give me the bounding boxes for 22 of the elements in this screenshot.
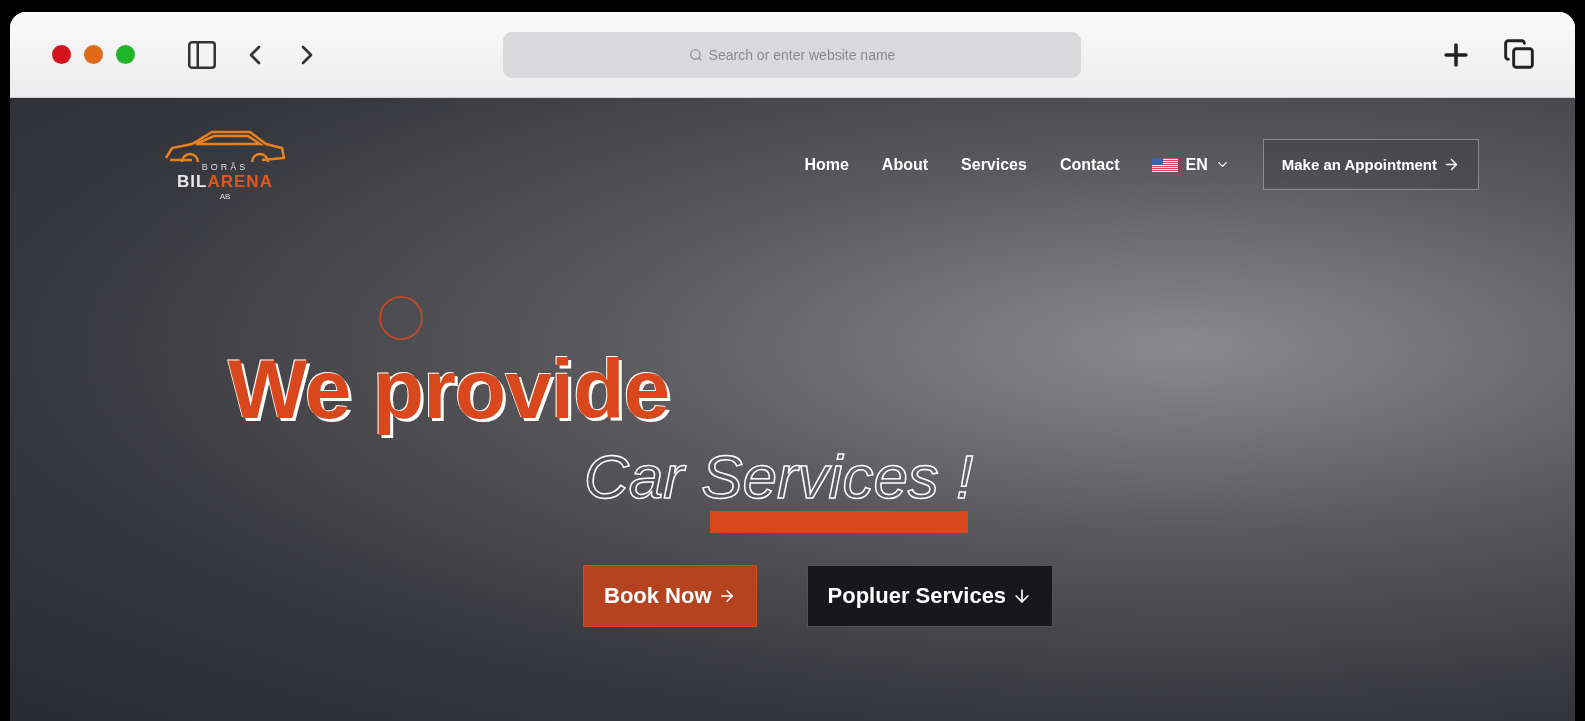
tabs-overview-icon[interactable] [1503,37,1535,72]
logo-wordmark: BIL [177,172,208,192]
hero-subheadline: Car Services ! [584,443,974,512]
circle-outline-icon [378,295,424,341]
minimize-window-icon[interactable] [84,45,103,64]
hero-headline: We provide [228,345,670,434]
nav-link[interactable]: About [881,155,929,174]
nav-link[interactable]: Home [804,155,849,174]
nav-link[interactable]: Contact [1059,155,1120,174]
language-selector[interactable]: EN [1152,155,1230,174]
services-button[interactable]: Popluer Services [806,565,1054,628]
logo-wordmark: ARENA [207,172,273,192]
address-placeholder: Search or enter website name [708,46,896,63]
book-now-button[interactable]: Book Now [583,565,757,628]
logo-suffix: AB [219,192,231,201]
logo-tagline: BORÅS [201,162,249,172]
nav-link[interactable]: Services [961,155,1027,174]
search-icon [688,47,703,62]
appointment-button[interactable]: Make an Appointment [1262,139,1479,190]
close-window-icon[interactable] [52,45,71,64]
arrow-right-icon [1443,156,1460,173]
flag-icon [1152,157,1179,172]
